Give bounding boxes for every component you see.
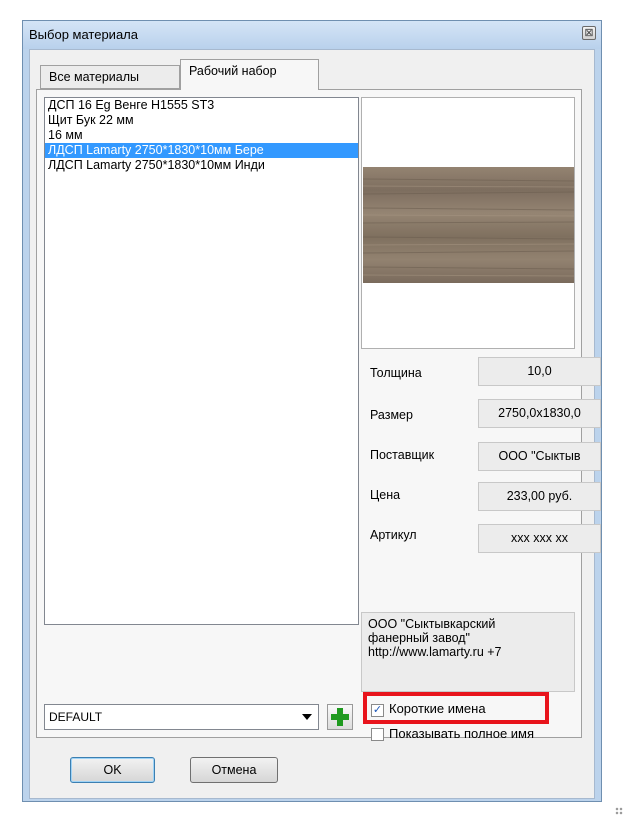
price-label: Цена xyxy=(370,488,401,502)
size-label: Размер xyxy=(370,408,413,422)
material-set-combobox[interactable]: DEFAULT xyxy=(44,704,319,730)
material-preview xyxy=(361,97,575,349)
ok-button[interactable]: OK xyxy=(70,757,155,783)
working-set-panel: ДСП 16 Eg Венге H1555 ST3 Щит Бук 22 мм 16… xyxy=(36,89,601,741)
add-material-button[interactable] xyxy=(327,704,353,730)
highlight-frame xyxy=(363,692,549,724)
supplier-info-line: фанерный завод" xyxy=(368,631,470,645)
dialog-client-area: Все материалы Рабочий набор ДСП 16 Eg Ве… xyxy=(29,49,601,799)
supplier-label: Поставщик xyxy=(370,448,435,462)
list-item[interactable]: ЛДСП Lamarty 2750*1830*10мм Бере xyxy=(45,143,358,158)
supplier-value: ООО "Сыктыв xyxy=(478,442,601,471)
wood-texture-image xyxy=(363,167,574,283)
resize-grip-icon[interactable] xyxy=(615,807,623,815)
thickness-label: Толщина xyxy=(370,366,422,380)
tab-all-materials[interactable]: Все материалы xyxy=(40,65,180,89)
supplier-info-line: http://www.lamarty.ru +7 xyxy=(368,645,502,659)
title-bar[interactable]: Выбор материала ⊠ xyxy=(23,21,601,49)
article-value: xxx xxx xx xyxy=(478,524,601,553)
list-item[interactable]: ДСП 16 Eg Венге H1555 ST3 xyxy=(45,98,358,113)
price-value: 233,00 руб. xyxy=(478,482,601,511)
article-label: Артикул xyxy=(370,528,417,542)
size-value: 2750,0x1830,0 xyxy=(478,399,601,428)
list-item[interactable]: Щит Бук 22 мм xyxy=(45,113,358,128)
list-item[interactable]: ЛДСП Lamarty 2750*1830*10мм Инди xyxy=(45,158,358,173)
tab-working-set[interactable]: Рабочий набор xyxy=(180,59,319,90)
supplier-info-line: ООО "Сыктывкарский xyxy=(368,617,496,631)
window-title: Выбор материала xyxy=(29,27,138,42)
material-list[interactable]: ДСП 16 Eg Венге H1555 ST3 Щит Бук 22 мм 16… xyxy=(44,97,359,625)
cancel-button[interactable]: Отмена xyxy=(190,757,278,783)
thickness-value: 10,0 xyxy=(478,357,601,386)
material-set-value: DEFAULT xyxy=(49,710,103,724)
show-full-name-checkbox[interactable] xyxy=(371,728,384,741)
list-item[interactable]: 16 мм xyxy=(45,128,358,143)
close-button[interactable]: ⊠ xyxy=(582,26,596,40)
material-selection-dialog: Выбор материала ⊠ Все материалы Рабочий … xyxy=(22,20,623,815)
chevron-down-icon[interactable] xyxy=(302,714,312,720)
supplier-info-box: ООО "Сыктывкарский фанерный завод" http:… xyxy=(361,612,575,692)
show-full-name-label[interactable]: Показывать полное имя xyxy=(389,726,534,741)
